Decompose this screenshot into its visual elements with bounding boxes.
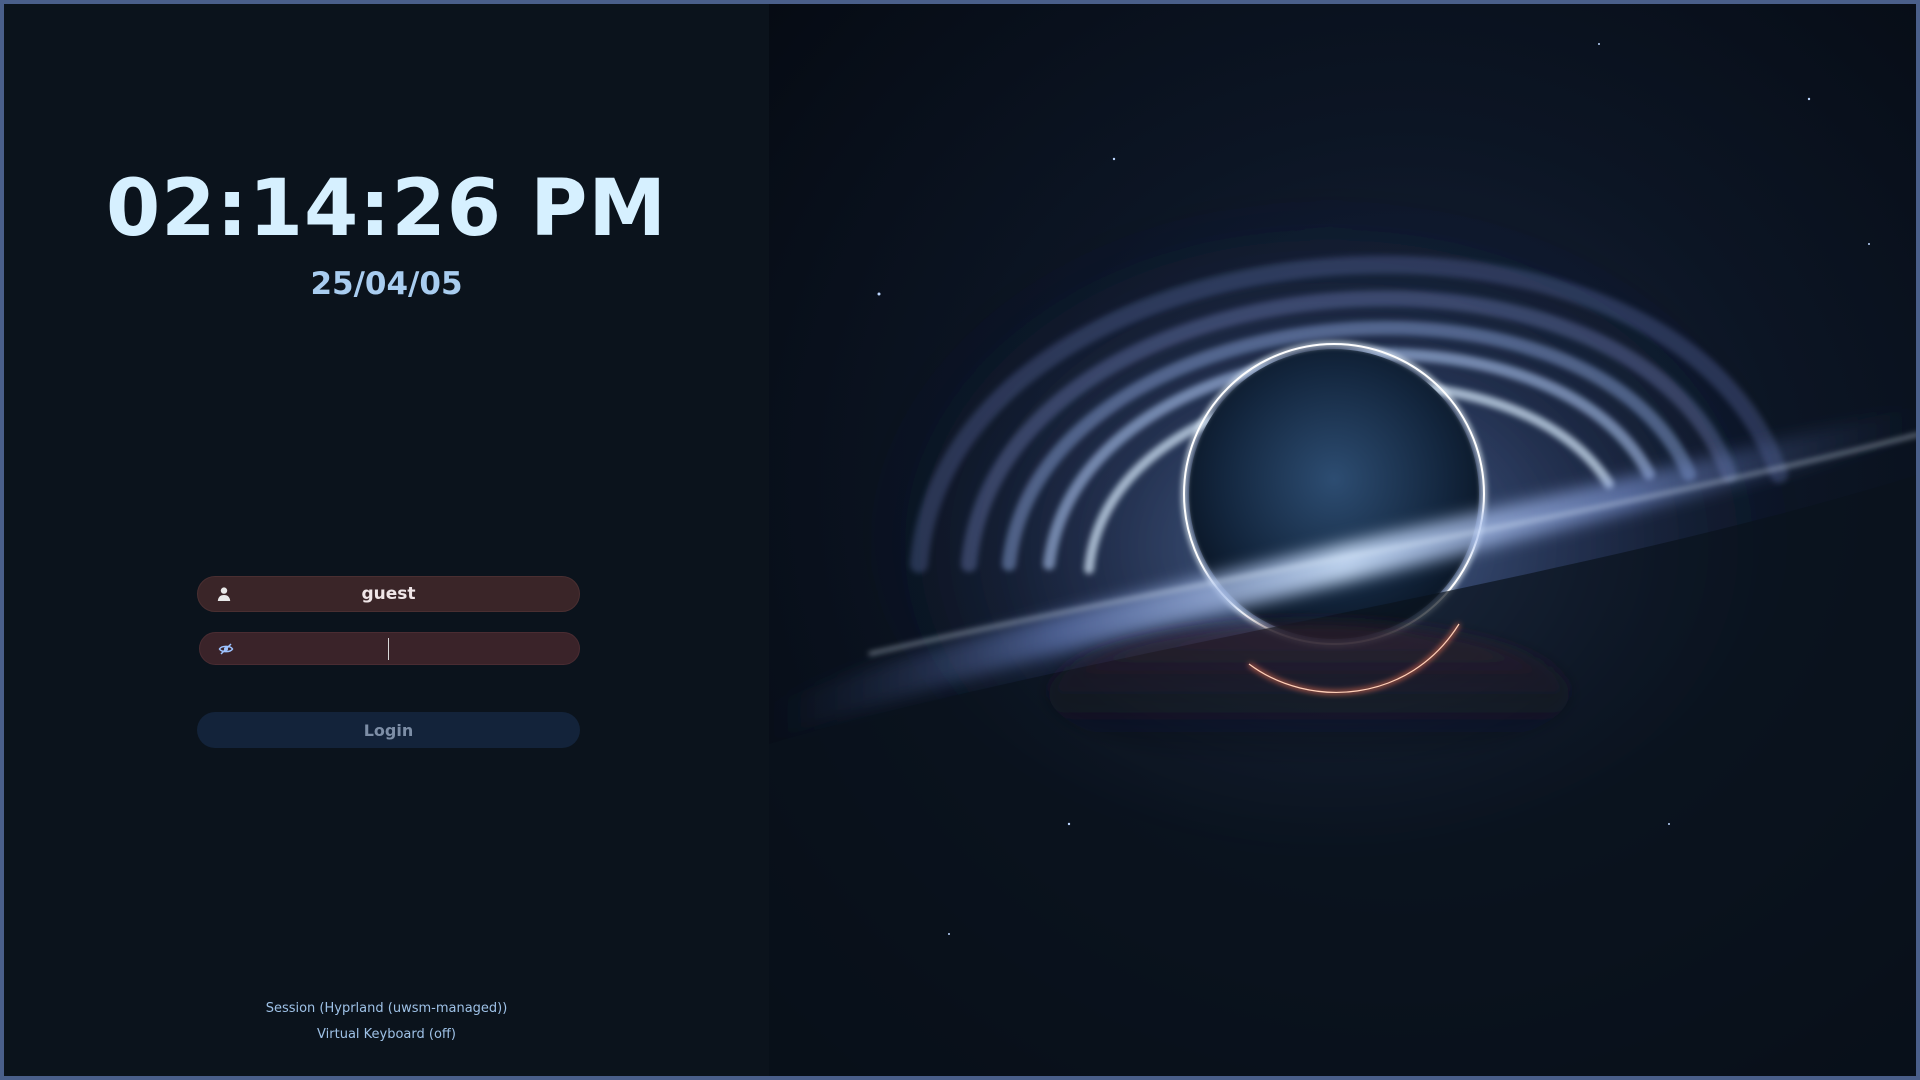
- login-panel: 02:14:26 PM 25/04/05 guest Login Session…: [4, 4, 769, 1076]
- username-field[interactable]: guest: [197, 576, 580, 612]
- lock-screen: 02:14:26 PM 25/04/05 guest Login Session…: [0, 0, 1920, 1080]
- date: 25/04/05: [310, 266, 463, 302]
- password-value: [200, 633, 579, 664]
- session-selector[interactable]: Session (Hyprland (uwsm-managed)): [4, 1001, 769, 1016]
- clock: 02:14:26 PM: [106, 164, 667, 254]
- virtual-keyboard-toggle[interactable]: Virtual Keyboard (off): [4, 1027, 769, 1042]
- login-button[interactable]: Login: [197, 712, 580, 748]
- username-value: guest: [361, 584, 416, 604]
- password-field[interactable]: [199, 632, 580, 665]
- text-caret: [388, 638, 389, 660]
- wallpaper-black-hole: [769, 4, 1916, 1076]
